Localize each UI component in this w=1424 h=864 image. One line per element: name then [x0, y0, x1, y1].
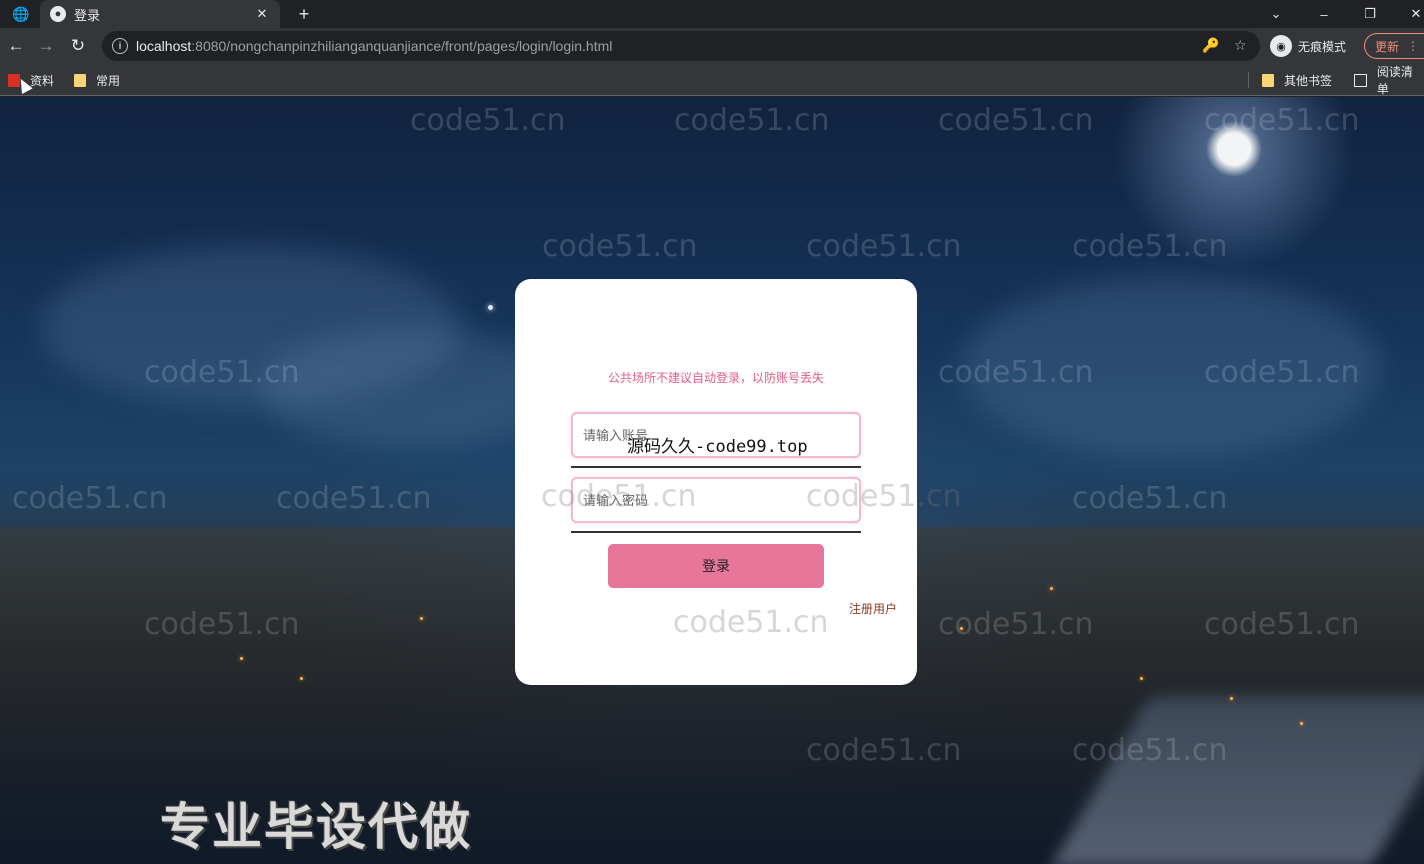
promo-banner: 专业毕设代做 [160, 798, 472, 856]
password-input[interactable] [573, 479, 859, 521]
bookmark-label: 资料 [30, 73, 55, 88]
reading-list-icon [1354, 73, 1367, 87]
bookmark-separator [1248, 72, 1249, 88]
watermark: code51.cn [938, 103, 1094, 138]
register-link[interactable]: 注册用户 [849, 600, 897, 617]
bookmark-label: 常用 [96, 73, 121, 88]
bookmarks-bar: 资料 常用 其他书签 阅读清单 [0, 64, 1424, 96]
url-path: :8080/nongchanpinzhilianganquanjiance/fr… [191, 38, 613, 54]
watermark: code51.cn [1204, 103, 1360, 138]
page-background: code51.cn code51.cn code51.cn code51.cn … [0, 97, 1424, 864]
tab-title: 登录 [74, 7, 101, 23]
watermark: code51.cn [276, 481, 432, 516]
chevron-down-icon[interactable]: ⌄ [1256, 0, 1296, 28]
city-light [960, 627, 963, 630]
city-light [240, 657, 243, 660]
username-underline [571, 466, 861, 468]
star-icon[interactable]: ☆ [1234, 37, 1247, 54]
url-host: localhost [136, 38, 192, 54]
city-light [1050, 587, 1053, 590]
login-button[interactable]: 登录 [608, 544, 824, 588]
incognito-icon: ◉ [1270, 35, 1292, 57]
username-field[interactable] [571, 412, 861, 458]
bookmark-label: 其他书签 [1284, 73, 1333, 88]
city-light [1230, 697, 1233, 700]
new-tab-button[interactable]: + [292, 2, 316, 26]
watermark: code51.cn [12, 481, 168, 516]
back-arrow-icon[interactable]: ← [4, 34, 28, 58]
login-notice: 公共场所不建议自动登录，以防账号丢失 [607, 371, 824, 385]
watermark: code51.cn [806, 229, 962, 264]
incognito-indicator[interactable]: ◉ 无痕模式 [1270, 34, 1346, 58]
city-light [1300, 722, 1303, 725]
update-label: 更新 [1375, 39, 1400, 54]
password-underline [571, 531, 861, 533]
incognito-label: 无痕模式 [1298, 39, 1347, 54]
city-light [300, 677, 303, 680]
bookmark-other[interactable]: 其他书签 [1262, 71, 1332, 89]
watermark: code51.cn [673, 605, 829, 640]
watermark: code51.cn [674, 103, 830, 138]
close-window-button[interactable]: ✕ [1396, 0, 1424, 28]
watermark: code51.cn [542, 229, 698, 264]
globe-icon: ● [50, 6, 66, 22]
folder-icon [1262, 73, 1274, 87]
city-light [1140, 677, 1143, 680]
watermark: code51.cn [1072, 481, 1228, 516]
update-button[interactable]: 更新 ⋮ [1364, 33, 1424, 59]
bookmark-folder-common[interactable]: 常用 [74, 71, 120, 89]
globe-icon[interactable]: 🌐 [8, 3, 34, 25]
info-icon[interactable]: i [112, 38, 128, 54]
minimize-button[interactable]: – [1304, 0, 1344, 28]
restore-button[interactable]: ❐ [1350, 0, 1390, 28]
bookmark-label: 阅读清单 [1376, 65, 1413, 96]
browser-toolbar: ← → ↻ i localhost:8080/nongchanpinzhilia… [0, 28, 1424, 64]
password-field[interactable] [571, 477, 861, 523]
city-light [420, 617, 423, 620]
close-icon[interactable]: ✕ [254, 6, 270, 22]
watermark: code51.cn [410, 103, 566, 138]
reload-icon[interactable]: ↻ [66, 34, 90, 58]
bookmark-reading-list[interactable]: 阅读清单 [1354, 65, 1424, 96]
folder-icon [74, 73, 86, 87]
cloud-decoration [960, 277, 1380, 457]
menu-dots-icon[interactable]: ⋮ [1407, 39, 1419, 53]
login-card: 公共场所不建议自动登录，以防账号丢失 源码久久-code99.top 登录 注册… [515, 279, 962, 685]
tab-strip: 🌐 ● 登录 ✕ + ⌄ – ❐ ✕ [0, 0, 1424, 28]
tab-login[interactable]: ● 登录 ✕ [40, 0, 280, 28]
forward-arrow-icon[interactable]: → [34, 34, 58, 58]
username-input[interactable] [573, 414, 859, 456]
watermark: code51.cn [1072, 229, 1228, 264]
star-decoration [488, 305, 493, 310]
address-bar[interactable]: i localhost:8080/nongchanpinzhilianganqu… [102, 31, 1260, 61]
key-icon[interactable]: 🔑 [1202, 37, 1219, 54]
